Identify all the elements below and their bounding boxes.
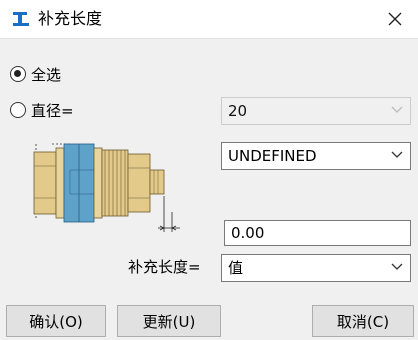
supplement-length-dialog: 补充长度 全选 直径= 20 UNDEFINED 0.00 补充长度= 值 确认…: [0, 0, 418, 340]
select-all-radio[interactable]: [10, 66, 26, 82]
diameter-radio[interactable]: [10, 102, 26, 118]
type-select[interactable]: UNDEFINED: [221, 142, 411, 170]
chevron-down-icon: [391, 106, 403, 113]
cancel-button[interactable]: 取消(C): [312, 305, 414, 337]
app-icon: [13, 12, 29, 26]
diameter-option[interactable]: 直径=: [10, 99, 74, 121]
confirm-button[interactable]: 确认(O): [6, 305, 106, 337]
type-value: UNDEFINED: [228, 147, 317, 165]
diameter-value: 20: [228, 102, 248, 120]
length-value: 0.00: [231, 224, 265, 242]
diameter-select[interactable]: 20: [221, 97, 411, 125]
supplement-length-label: 补充长度=: [128, 258, 201, 276]
length-input[interactable]: 0.00: [224, 220, 411, 246]
chevron-down-icon: [391, 263, 403, 270]
select-all-label: 全选: [31, 65, 62, 84]
select-all-option[interactable]: 全选: [10, 63, 61, 85]
title-bar: 补充长度: [0, 0, 418, 39]
supplement-length-select[interactable]: 值: [221, 254, 411, 282]
chevron-down-icon: [391, 151, 403, 158]
update-button[interactable]: 更新(U): [117, 305, 221, 337]
close-button[interactable]: [382, 6, 408, 32]
diameter-label: 直径=: [31, 101, 74, 120]
window-title: 补充长度: [38, 9, 103, 28]
bolt-assembly-illustration: [33, 143, 180, 232]
supplement-value: 值: [228, 259, 244, 277]
close-icon: [388, 12, 402, 26]
